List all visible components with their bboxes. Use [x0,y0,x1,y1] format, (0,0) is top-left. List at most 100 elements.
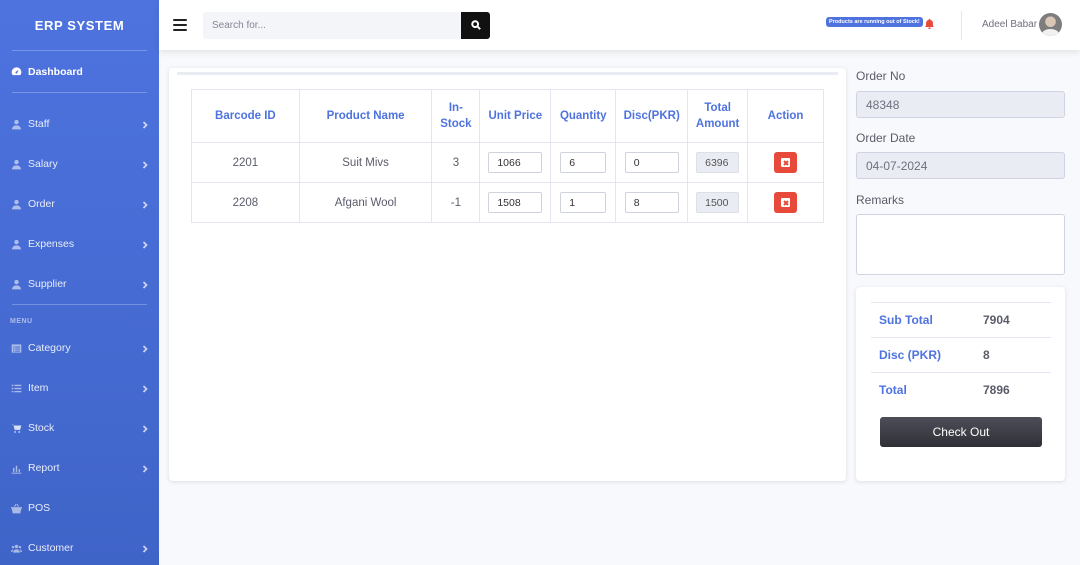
user-icon [10,238,22,250]
search-icon [470,20,481,30]
menu-toggle-icon[interactable] [173,19,187,31]
column-header-product: Product Name [298,89,433,143]
discount-cell [615,182,689,223]
column-header-quantity: Quantity [550,89,617,143]
discount-cell [615,142,689,183]
sidebar-item-label: Report [28,462,60,474]
sidebar-item-stock[interactable]: Stock [0,408,159,448]
sidebar-item-report[interactable]: Report [0,448,159,488]
search-input[interactable] [203,11,461,39]
column-header-total-amount: Total Amount [687,89,749,143]
search-group [203,11,490,39]
chevron-right-icon [141,424,149,433]
bell-icon[interactable] [924,16,935,29]
sidebar-item-salary[interactable]: Salary [0,144,159,184]
total-amount-cell [687,142,749,183]
sidebar-item-label: Item [28,382,49,394]
close-icon [781,198,791,207]
unit-price-input[interactable] [488,192,543,213]
subtotal-value: 7904 [983,313,1010,327]
sidebar-item-dashboard[interactable]: Dashboard [0,51,159,92]
user-icon [10,278,22,290]
chevron-right-icon [141,200,149,209]
sidebar-item-pos[interactable]: POS [0,488,159,528]
chevron-right-icon [141,384,149,393]
cart-card: Barcode ID Product Name In- Stock Unit Pr… [169,68,846,481]
discount-row: Disc (PKR) 8 [871,337,1051,372]
remove-item-button[interactable] [774,152,798,173]
action-cell [747,142,824,183]
quantity-cell [550,142,617,183]
order-no-field: 48348 [856,91,1065,118]
discount-input[interactable] [624,152,679,173]
total-amount-field [696,192,740,213]
total-value: 7896 [983,383,1010,397]
order-summary-card: Sub Total 7904 Disc (PKR) 8 Total 7896 C… [856,287,1065,481]
total-row: Total 7896 [871,372,1051,407]
sidebar-item-customer[interactable]: Customer [0,528,159,565]
unit-price-input[interactable] [488,152,543,173]
gauge-icon [10,66,22,78]
action-cell [747,182,824,223]
checkout-button[interactable]: Check Out [880,417,1042,447]
total-label: Total [879,383,907,397]
basket-icon [10,502,22,514]
user-name[interactable]: Adeel Babar [982,19,1037,30]
barcode-cell: 2208 [191,182,300,223]
users-icon [10,542,22,554]
remove-item-button[interactable] [774,192,798,213]
sidebar-item-label: Dashboard [28,65,83,78]
chevron-right-icon [141,464,149,473]
total-amount-field [696,152,740,173]
column-header-in-stock: In- Stock [431,89,481,143]
chevron-right-icon [141,160,149,169]
table-row: 2208 Afgani Wool -1 [191,182,824,223]
column-header-discount: Disc(PKR) [615,89,689,143]
quantity-input[interactable] [560,192,607,213]
sidebar-item-order[interactable]: Order [0,184,159,224]
sidebar-item-expenses[interactable]: Expenses [0,224,159,264]
topbar-divider [961,11,962,40]
cart-icon [10,422,22,434]
product-name-cell: Afgani Wool [298,182,433,223]
sidebar-item-category[interactable]: Category [0,328,159,368]
quantity-input[interactable] [560,152,607,173]
sidebar-item-label: Staff [28,118,50,130]
avatar[interactable] [1039,13,1062,36]
chevron-right-icon [141,544,149,553]
in-stock-cell: -1 [431,182,481,223]
stock-alert[interactable]: Products are running out of Stock! [826,16,935,29]
list-alt-icon [10,342,22,354]
order-no-label: Order No [856,69,906,83]
discount-value: 8 [983,348,990,362]
sidebar-item-label: Supplier [28,278,67,290]
sidebar: ERP SYSTEM Dashboard Staff Salary Order … [0,0,159,565]
column-header-unit-price: Unit Price [479,89,552,143]
column-header-action: Action [747,89,824,143]
chevron-right-icon [141,280,149,289]
bar-chart-icon [10,462,22,474]
remarks-label: Remarks [856,193,905,207]
stock-alert-badge[interactable]: Products are running out of Stock! [826,16,923,27]
remarks-textarea[interactable] [856,214,1065,275]
search-button[interactable] [461,11,490,39]
column-header-barcode: Barcode ID [191,89,300,143]
in-stock-cell: 3 [431,142,481,183]
topbar: Products are running out of Stock! Adeel… [159,0,1080,50]
sidebar-item-item[interactable]: Item [0,368,159,408]
order-date-label: Order Date [856,131,916,145]
sidebar-item-label: Order [28,198,55,210]
sidebar-item-label: Expenses [28,238,75,250]
sidebar-item-label: Salary [28,158,58,170]
user-icon [10,198,22,210]
user-icon [10,118,22,130]
sidebar-item-supplier[interactable]: Supplier [0,264,159,304]
discount-input[interactable] [624,192,679,213]
list-icon [10,382,22,394]
barcode-cell: 2201 [191,142,300,183]
chevron-right-icon [141,120,149,129]
brand-title[interactable]: ERP SYSTEM [0,0,159,50]
sidebar-item-label: Category [28,342,71,354]
order-date-field: 04-07-2024 [856,152,1065,179]
sidebar-item-staff[interactable]: Staff [0,104,159,144]
